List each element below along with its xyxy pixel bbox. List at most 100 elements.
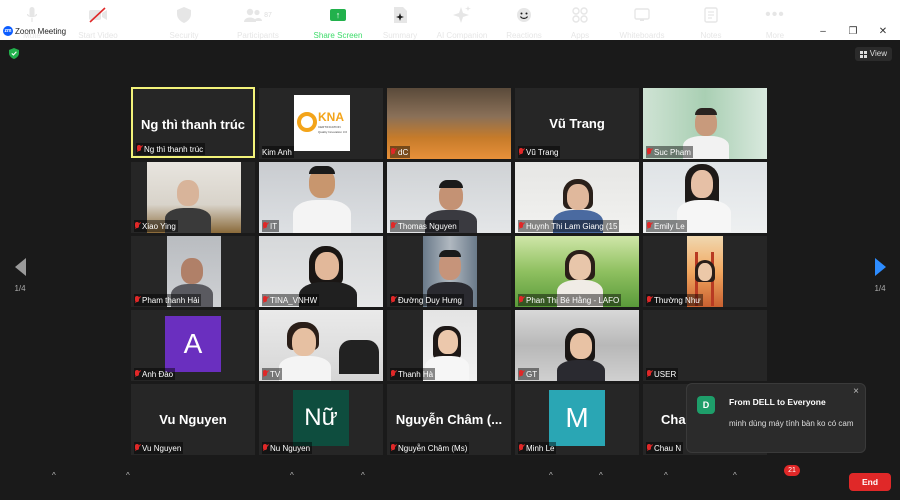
mic-muted-icon [390, 222, 396, 230]
video-tile-14[interactable]: Thường Như [643, 236, 767, 307]
video-tile-9[interactable]: Emily Le [643, 162, 767, 233]
video-tile-16[interactable]: TV [259, 310, 383, 381]
share-options-caret[interactable]: ^ [361, 471, 365, 480]
video-tile-13[interactable]: Phan Thị Bé Hằng - LAFO [515, 236, 639, 307]
tile-label: dC [390, 146, 411, 158]
mic-muted-icon [646, 148, 652, 156]
reactions-smiley-icon [517, 8, 531, 22]
close-window-icon[interactable]: ✕ [872, 25, 894, 38]
video-tile-18[interactable]: GT [515, 310, 639, 381]
tile-label: Chau N [646, 442, 684, 454]
mic-muted-icon [134, 370, 140, 378]
video-tile-17[interactable]: Thanh Hà [387, 310, 511, 381]
previous-page-button[interactable]: 1/4 [5, 258, 35, 293]
reactions-label: Reactions [506, 31, 542, 40]
kna-logo-title: KNA [318, 110, 344, 124]
notes-icon [704, 7, 718, 23]
security-button[interactable]: Security [164, 6, 204, 40]
kna-logo-ring [297, 112, 317, 132]
mic-muted-icon [518, 370, 524, 378]
video-tile-20[interactable]: Vu Nguyen Vu Nguyen [131, 384, 255, 455]
share-screen-button[interactable]: ↑ Share Screen [310, 6, 366, 40]
share-screen-icon: ↑ [330, 9, 346, 21]
video-tile-21[interactable]: Nữ Nu Nguyen [259, 384, 383, 455]
video-tile-6[interactable]: IT [259, 162, 383, 233]
participant-name: TV [270, 369, 281, 379]
video-tile-10[interactable]: Pham thanh Hải [131, 236, 255, 307]
close-notification-icon[interactable]: × [853, 386, 859, 397]
ai-companion-label: AI Companion [436, 31, 488, 40]
reactions-options-caret[interactable]: ^ [549, 471, 553, 480]
background-person [339, 340, 379, 374]
video-tile-7[interactable]: Thomas Nguyen [387, 162, 511, 233]
video-tile-19[interactable]: USER [643, 310, 767, 381]
participant-name: Nu Nguyen [270, 443, 311, 453]
apps-icon [572, 7, 588, 23]
grid-view-icon [859, 50, 867, 58]
restore-icon[interactable]: ❐ [842, 25, 864, 38]
mute-label: Mute [23, 31, 41, 40]
participants-icon [244, 8, 263, 22]
encryption-shield-icon[interactable] [9, 48, 19, 59]
participant-name: Huynh Thi Lam Giang (15 [526, 221, 618, 231]
mic-muted-icon [134, 222, 140, 230]
video-tile-12[interactable]: Đường Duy Hưng [387, 236, 511, 307]
video-tile-8[interactable]: Huynh Thi Lam Giang (15 [515, 162, 639, 233]
video-tile-23[interactable]: M Minh Le [515, 384, 639, 455]
tile-label: Vũ Trang [518, 146, 561, 158]
participant-name: USER [654, 369, 677, 379]
tile-label: Pham thanh Hải [134, 294, 202, 306]
tile-label: Suc Pham [646, 146, 693, 158]
whiteboards-options-caret[interactable]: ^ [664, 471, 668, 480]
minimize-icon[interactable]: – [812, 25, 834, 38]
meeting-toolbar [0, 460, 900, 500]
video-off-icon [89, 7, 107, 23]
participant-name: Pham thanh Hải [142, 295, 200, 305]
more-notification-badge: 21 [784, 465, 800, 476]
audio-options-caret[interactable]: ^ [52, 471, 56, 480]
tile-label: Kim Anh [262, 146, 294, 158]
more-button[interactable]: ••• More [758, 6, 792, 40]
tile-label: TINA_VNHW [262, 294, 320, 306]
participants-options-caret[interactable]: ^ [290, 471, 294, 480]
mic-muted-icon [518, 148, 524, 156]
whiteboards-button[interactable]: Whiteboards [614, 6, 670, 40]
participant-name: Anh Đào [142, 369, 174, 379]
participants-button[interactable]: 87 Participants [232, 6, 284, 40]
reactions-button[interactable]: Reactions [502, 6, 546, 40]
mic-muted-icon [390, 296, 396, 304]
video-tile-22[interactable]: Nguyễn Châm (... Nguyễn Châm (Ms) [387, 384, 511, 455]
chat-message: minh dùng máy tính bàn ko có cam [729, 419, 854, 428]
mic-muted-icon [646, 296, 652, 304]
notes-button[interactable]: Notes [694, 6, 728, 40]
participant-name: Thường Như [654, 295, 701, 305]
apps-options-caret[interactable]: ^ [599, 471, 603, 480]
mute-button[interactable]: Mute [14, 6, 50, 40]
start-video-button[interactable]: Start Video [72, 6, 124, 40]
kna-logo-sub: CERTIFICATION [318, 125, 341, 129]
view-button[interactable]: View [854, 47, 892, 61]
summary-label: Summary [382, 31, 418, 40]
video-tile-4[interactable]: Suc Pham [643, 88, 767, 159]
video-tile-5[interactable]: Xiao Ying [131, 162, 255, 233]
video-tile-2[interactable]: dC [387, 88, 511, 159]
video-tile-3[interactable]: Vũ Trang Vũ Trang [515, 88, 639, 159]
participant-name: Minh Le [526, 443, 555, 453]
video-tile-11[interactable]: TINA_VNHW [259, 236, 383, 307]
ai-companion-button[interactable]: AI Companion [432, 6, 492, 40]
apps-button[interactable]: Apps [562, 6, 598, 40]
video-tile-0[interactable]: Ng thì thanh trúc Ng thì thanh trúc [131, 87, 255, 158]
next-page-button[interactable]: 1/4 [865, 258, 895, 293]
summary-button[interactable]: Summary [380, 6, 420, 40]
video-options-caret[interactable]: ^ [126, 471, 130, 480]
zoom-app-icon: zm [3, 26, 13, 36]
chat-notification[interactable]: D From DELL to Everyone minh dùng máy tí… [686, 383, 866, 453]
video-tile-1[interactable]: KNA CERTIFICATION Quality Innovation 3.0… [259, 88, 383, 159]
notes-options-caret[interactable]: ^ [733, 471, 737, 480]
summary-icon [394, 7, 407, 23]
participant-name: Thanh Hà [398, 369, 434, 379]
tile-label: TV [262, 368, 283, 380]
end-meeting-button[interactable]: End [849, 473, 891, 491]
video-tile-15[interactable]: A Anh Đào [131, 310, 255, 381]
whiteboards-label: Whiteboards [619, 31, 665, 40]
